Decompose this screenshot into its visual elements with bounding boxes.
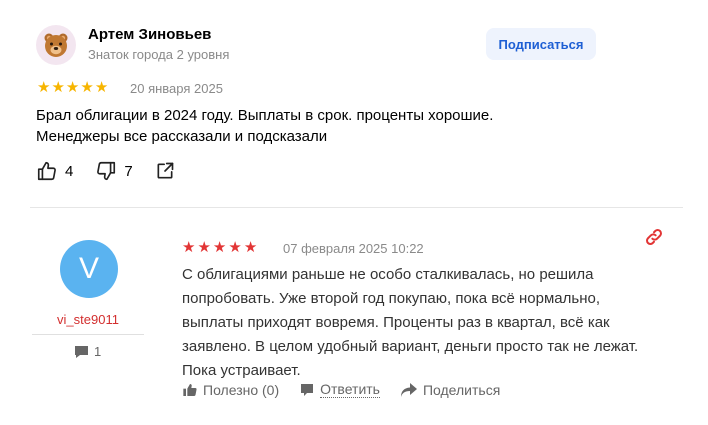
- share-button[interactable]: Поделиться: [400, 382, 500, 398]
- username[interactable]: vi_ste9011: [32, 312, 144, 327]
- star-icon: ★: [197, 239, 211, 256]
- author-level: Знаток города 2 уровня: [88, 47, 230, 62]
- share-arrow-icon: [400, 382, 417, 397]
- thumbs-up-icon: [183, 383, 197, 396]
- like-count: 4: [65, 162, 74, 180]
- thumbs-down-icon: [97, 161, 116, 181]
- star-icon: ★: [51, 79, 65, 96]
- share-label: Поделиться: [422, 381, 501, 398]
- useful-button[interactable]: Полезно (0): [182, 382, 279, 398]
- review-text: С облигациями раньше не особо сталкивала…: [182, 266, 639, 379]
- star-icon: ★: [37, 79, 51, 96]
- share-icon: [157, 162, 174, 179]
- comment-count-value: 1: [94, 344, 102, 359]
- review-actions: 4 7: [36, 160, 197, 182]
- reply-icon: [301, 383, 314, 396]
- like-button[interactable]: 4: [36, 160, 73, 182]
- reply-button[interactable]: Ответить: [299, 381, 380, 398]
- share-button[interactable]: [155, 161, 175, 181]
- star-icon: ★: [182, 239, 196, 256]
- avatar[interactable]: V: [60, 240, 118, 298]
- useful-label: Полезно (0): [203, 381, 280, 398]
- review-card: Артем Зиновьев Знаток города 2 уровня По…: [0, 0, 708, 210]
- permalink-button[interactable]: [644, 227, 664, 252]
- star-icon: ★: [65, 79, 80, 96]
- avatar[interactable]: [36, 25, 76, 65]
- bear-emoji-icon: [44, 33, 68, 57]
- review-date: 07 февраля 2025 10:22: [283, 241, 424, 256]
- comments-count[interactable]: 1: [74, 344, 101, 359]
- rating-stars: ★ ★ ★ ★ ★: [37, 80, 108, 96]
- author-name[interactable]: Артем Зиновьев: [88, 26, 211, 43]
- star-icon: ★: [228, 239, 242, 256]
- review-date: 20 января 2025: [130, 81, 223, 96]
- star-icon: ★: [212, 239, 227, 256]
- review-actions: Полезно (0) Ответить Поделиться: [182, 381, 500, 398]
- dislike-button[interactable]: 7: [95, 160, 133, 182]
- star-icon: ★: [94, 79, 109, 96]
- review-text-line: Менеджеры все рассказали и подсказали: [36, 128, 328, 145]
- dislike-count: 7: [124, 162, 133, 180]
- star-icon: ★: [80, 79, 94, 96]
- star-icon: ★: [243, 239, 258, 256]
- reply-label: Ответить: [320, 381, 380, 398]
- link-icon: [646, 229, 662, 245]
- thumbs-up-icon: [37, 161, 56, 181]
- review-text: Брал облигации в 2024 году. Выплаты в ср…: [36, 105, 596, 147]
- divider: [32, 334, 144, 335]
- comment-icon: [75, 345, 88, 358]
- review-text-line: Брал облигации в 2024 году. Выплаты в ср…: [36, 107, 494, 124]
- rating-stars: ★ ★ ★ ★ ★: [182, 240, 257, 256]
- divider: [30, 207, 683, 208]
- subscribe-button[interactable]: Подписаться: [486, 28, 596, 60]
